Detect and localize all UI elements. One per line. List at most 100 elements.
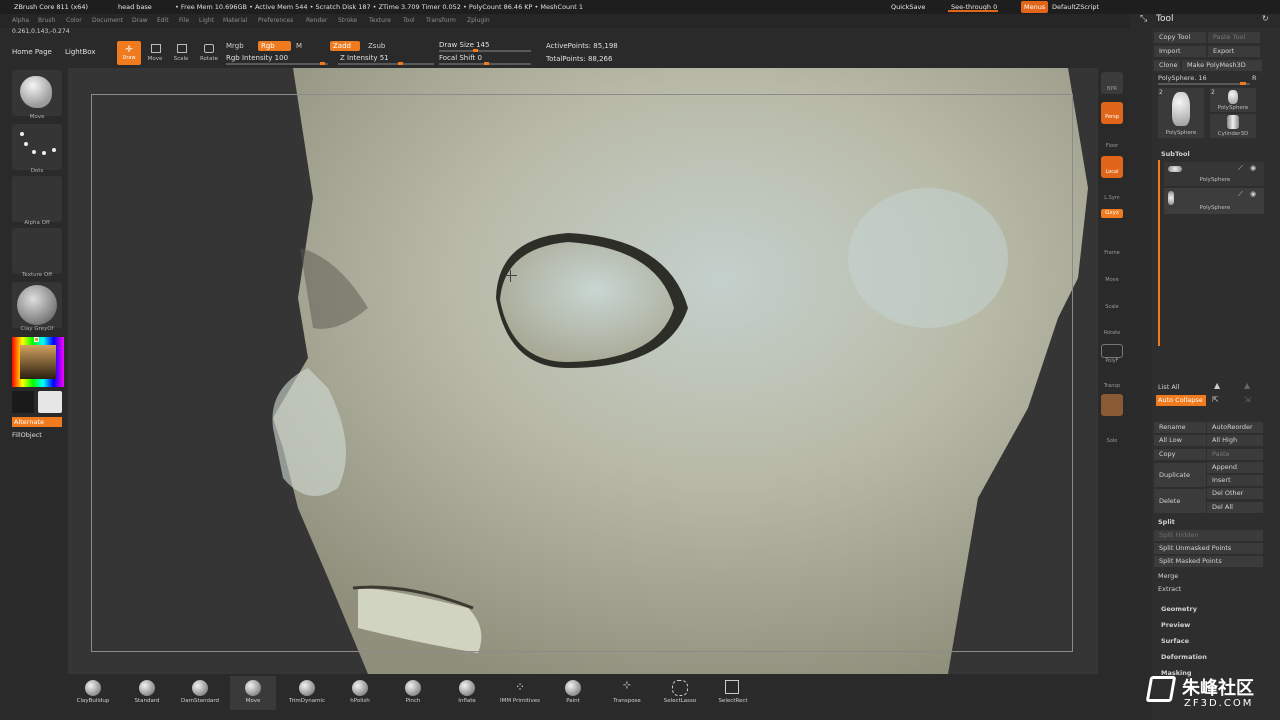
brush-move[interactable]: Move	[230, 676, 276, 710]
brush-inflate[interactable]: Inflate	[444, 676, 490, 710]
ghost-button[interactable]	[1101, 394, 1123, 416]
scale-mode-button[interactable]: Scale	[171, 42, 191, 64]
copy-tool-button[interactable]: Copy Tool	[1154, 32, 1206, 43]
alternate-button[interactable]: Alternate	[12, 417, 62, 427]
subtool-2-brush-icon[interactable]: ⟋	[1238, 190, 1243, 199]
clone-button[interactable]: Clone	[1154, 60, 1180, 71]
menu-tool[interactable]: Tool	[403, 17, 415, 24]
quicksave-button[interactable]: QuickSave	[891, 3, 925, 11]
brush-claybuildup[interactable]: ClayBuildup	[70, 676, 116, 710]
paste-tool-button[interactable]: Paste Tool	[1208, 32, 1260, 43]
menu-document[interactable]: Document	[92, 17, 123, 24]
delete-button[interactable]: Delete	[1154, 489, 1206, 513]
copy-button[interactable]: Copy	[1154, 449, 1206, 460]
zadd-button[interactable]: Zadd	[330, 41, 360, 51]
secondary-color-swatch[interactable]	[12, 391, 34, 413]
current-tool-slider[interactable]: PolySphere. 16	[1158, 74, 1207, 82]
menu-color[interactable]: Color	[66, 17, 82, 24]
home-page-button[interactable]: Home Page	[12, 48, 52, 56]
merge-header[interactable]: Merge	[1158, 572, 1178, 580]
menu-edit[interactable]: Edit	[157, 17, 169, 24]
all-high-button[interactable]: All High	[1207, 435, 1263, 446]
autoreorder-button[interactable]: AutoReorder	[1207, 422, 1263, 433]
list-all-button[interactable]: List All	[1158, 383, 1180, 391]
subtool-header[interactable]: SubTool	[1161, 150, 1190, 158]
make-polymesh-button[interactable]: Make PolyMesh3D	[1182, 60, 1262, 71]
auto-collapse-button[interactable]: Auto Collapse	[1156, 395, 1206, 406]
menu-material[interactable]: Material	[223, 17, 247, 24]
menu-render[interactable]: Render	[306, 17, 327, 24]
focal-shift-knob[interactable]	[484, 62, 489, 65]
move-down-icon[interactable]: ▲	[1244, 381, 1258, 391]
menu-zplugin[interactable]: Zplugin	[467, 17, 490, 24]
brush-transpose[interactable]: ⊹ Transpose	[604, 676, 650, 710]
brush-paint[interactable]: Paint	[550, 676, 596, 710]
duplicate-button[interactable]: Duplicate	[1154, 463, 1206, 487]
lsym-button[interactable]: L.Sym	[1098, 195, 1126, 201]
subtool-item-2[interactable]: ⟋ ◉ PolySphere	[1164, 188, 1264, 214]
tool-panel-collapse-icon[interactable]: ⤡	[1140, 14, 1152, 24]
paste-button[interactable]: Paste	[1207, 449, 1263, 460]
subtool-1-brush-icon[interactable]: ⟋	[1238, 164, 1243, 173]
color-picker[interactable]	[12, 337, 64, 387]
material-thumbnail[interactable]: Clay GreyOf	[12, 282, 62, 332]
brush-pinch[interactable]: Pinch	[390, 676, 436, 710]
draw-size-knob[interactable]	[473, 49, 478, 52]
menu-alpha[interactable]: Alpha	[12, 17, 29, 24]
menus-button[interactable]: Menus	[1021, 1, 1049, 13]
texture-thumbnail[interactable]: Texture Off	[12, 228, 62, 278]
rotate-mode-button[interactable]: Rotate	[198, 42, 220, 64]
draw-mode-button[interactable]: ✛ Draw	[117, 41, 141, 65]
brush-imm-primitives[interactable]: ⁘ IMM Primitives	[497, 676, 543, 710]
rgb-button[interactable]: Rgb	[258, 41, 291, 51]
subtool-1-visibility-icon[interactable]: ◉	[1250, 164, 1256, 172]
split-header[interactable]: Split	[1158, 518, 1175, 526]
hue-marker[interactable]	[34, 337, 39, 342]
move-up-icon[interactable]: ▲	[1214, 381, 1228, 391]
del-all-button[interactable]: Del All	[1207, 502, 1263, 513]
del-other-button[interactable]: Del Other	[1207, 488, 1263, 499]
import-button[interactable]: Import	[1154, 46, 1206, 57]
split-masked-button[interactable]: Split Masked Points	[1154, 556, 1263, 567]
rgb-intensity-knob[interactable]	[320, 62, 325, 65]
alpha-thumbnail[interactable]: Alpha Off	[12, 176, 62, 226]
menu-draw[interactable]: Draw	[132, 17, 148, 24]
brush-damstandard[interactable]: DamStandard	[177, 676, 223, 710]
main-color-swatch[interactable]	[38, 391, 62, 413]
tool-thumb-polysphere-2[interactable]: 2 PolySphere	[1210, 88, 1256, 112]
polyf-button[interactable]	[1101, 344, 1123, 358]
brush-selectrect[interactable]: SelectRect	[710, 676, 756, 710]
insert-button[interactable]: Insert	[1207, 475, 1263, 486]
move-mode-button[interactable]: Move	[145, 42, 165, 64]
focal-shift-slider[interactable]: Focal Shift 0	[439, 54, 482, 62]
default-zscript[interactable]: DefaultZScript	[1052, 3, 1099, 11]
menu-file[interactable]: File	[179, 17, 189, 24]
fillobject-button[interactable]: FillObject	[12, 431, 62, 441]
arrow-down-icon[interactable]: ⇲	[1244, 395, 1258, 405]
rgb-intensity-slider[interactable]: Rgb Intensity 100	[226, 54, 288, 62]
subtool-scrollbar[interactable]	[1158, 160, 1160, 346]
split-hidden-button[interactable]: Split Hidden	[1154, 530, 1263, 541]
menu-brush[interactable]: Brush	[38, 17, 55, 24]
transp-button[interactable]: Transp	[1098, 383, 1126, 389]
arrow-up-icon[interactable]: ⇱	[1212, 395, 1226, 405]
zsub-button[interactable]: Zsub	[368, 42, 385, 50]
menu-transform[interactable]: Transform	[426, 17, 456, 24]
preview-header[interactable]: Preview	[1161, 621, 1190, 629]
rename-button[interactable]: Rename	[1154, 422, 1206, 433]
brush-hpolish[interactable]: hPolish	[337, 676, 383, 710]
menu-light[interactable]: Light	[199, 17, 214, 24]
xyz-button[interactable]: Gxyz	[1101, 209, 1123, 218]
current-tool-knob[interactable]	[1240, 82, 1246, 85]
z-intensity-knob[interactable]	[398, 62, 403, 65]
subtool-item-1[interactable]: ⟋ ◉ PolySphere	[1164, 162, 1264, 186]
split-unmasked-button[interactable]: Split Unmasked Points	[1154, 543, 1263, 554]
tool-thumb-polysphere-1[interactable]: 2 PolySphere	[1158, 88, 1204, 138]
tool-thumb-cylinder[interactable]: Cylinder3D	[1210, 114, 1256, 138]
brush-standard[interactable]: Standard	[124, 676, 170, 710]
draw-size-slider[interactable]: Draw Size 145	[439, 41, 489, 49]
lightbox-button[interactable]: LightBox	[65, 48, 95, 56]
extract-header[interactable]: Extract	[1158, 585, 1181, 593]
tool-r-button[interactable]: R	[1252, 74, 1257, 82]
deformation-header[interactable]: Deformation	[1161, 653, 1207, 661]
